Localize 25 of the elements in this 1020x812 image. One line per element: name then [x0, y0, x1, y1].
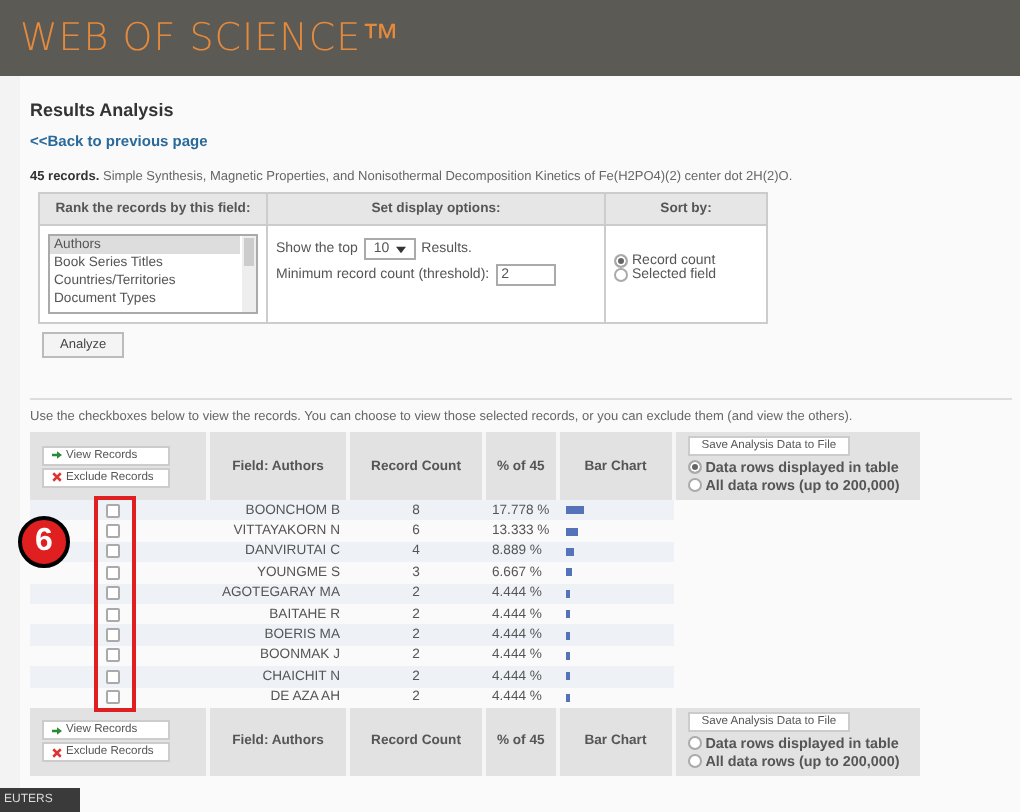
site-logo: WEB OF SCIENCE™: [20, 15, 401, 61]
caret-icon: [395, 245, 406, 253]
row-checkbox[interactable]: [106, 524, 120, 539]
arrow-icon: [52, 450, 62, 460]
scrollbar[interactable]: [242, 236, 256, 312]
row-checkbox[interactable]: [106, 503, 120, 518]
row-checkbox[interactable]: [106, 669, 120, 684]
row-checkbox[interactable]: [106, 607, 120, 622]
radio-button[interactable]: [687, 478, 702, 492]
close-icon: [52, 747, 62, 758]
arrow-icon: [52, 725, 62, 736]
close-icon: [52, 472, 62, 482]
row-checkbox[interactable]: [106, 544, 120, 559]
step-badge: 6: [18, 516, 70, 568]
row-checkbox[interactable]: [106, 690, 120, 705]
page-title: Results Analysis: [30, 100, 176, 120]
row-checkbox[interactable]: [106, 628, 120, 643]
radio-button[interactable]: [687, 753, 702, 768]
radio-button[interactable]: [614, 254, 628, 268]
row-checkbox[interactable]: [106, 565, 120, 580]
radio-button[interactable]: [687, 460, 702, 474]
row-checkbox[interactable]: [106, 648, 120, 663]
row-checkbox[interactable]: [106, 586, 120, 601]
radio-button[interactable]: [687, 735, 702, 750]
radio-button[interactable]: [614, 268, 628, 282]
